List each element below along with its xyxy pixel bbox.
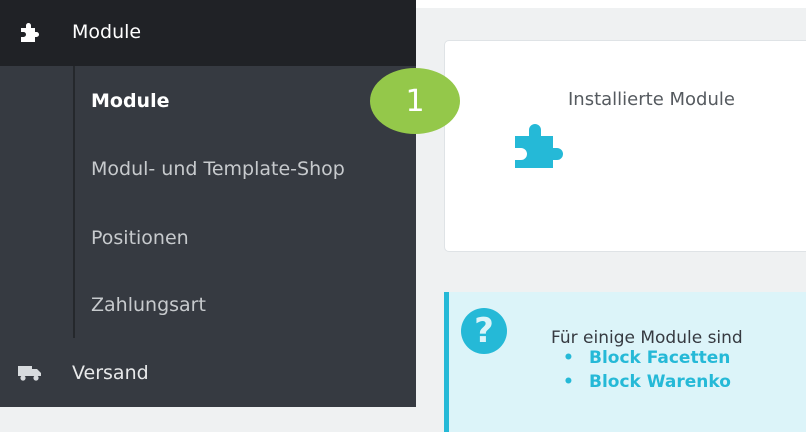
- submenu-divider: [73, 66, 75, 338]
- sidebar-item-label: Versand: [72, 362, 149, 384]
- alert-text: Für einige Module sind: [551, 328, 743, 348]
- alert-list-item[interactable]: Block Warenko: [563, 372, 731, 396]
- submenu-item-positionen[interactable]: Positionen: [91, 227, 189, 249]
- submenu-item-zahlungsart[interactable]: Zahlungsart: [91, 294, 206, 316]
- puzzle-icon: [12, 17, 48, 47]
- card-title: Installierte Module: [568, 89, 735, 110]
- sidebar-item-label: Module: [72, 21, 142, 43]
- truck-icon: [12, 358, 48, 388]
- info-alert: ? Für einige Module sind Block Facetten …: [444, 292, 806, 432]
- alert-list-item[interactable]: Block Facetten: [563, 348, 731, 372]
- puzzle-icon: [515, 122, 565, 172]
- sidebar-item-module[interactable]: Module: [0, 17, 416, 47]
- main-content: Installierte Module ? Für einige Module …: [416, 0, 806, 432]
- question-icon: ?: [461, 308, 507, 354]
- header-edge: [416, 0, 806, 8]
- submenu-item-modul-und-template-shop[interactable]: Modul- und Template-Shop: [91, 158, 345, 180]
- submenu-item-module[interactable]: Module: [91, 90, 170, 112]
- step-number-badge: 1: [370, 68, 460, 134]
- alert-list: Block Facetten Block Warenko: [563, 348, 731, 396]
- sidebar: Module Module Modul- und Template-Shop P…: [0, 0, 416, 407]
- installed-modules-card[interactable]: Installierte Module: [444, 40, 806, 252]
- sidebar-item-versand[interactable]: Versand: [0, 358, 416, 388]
